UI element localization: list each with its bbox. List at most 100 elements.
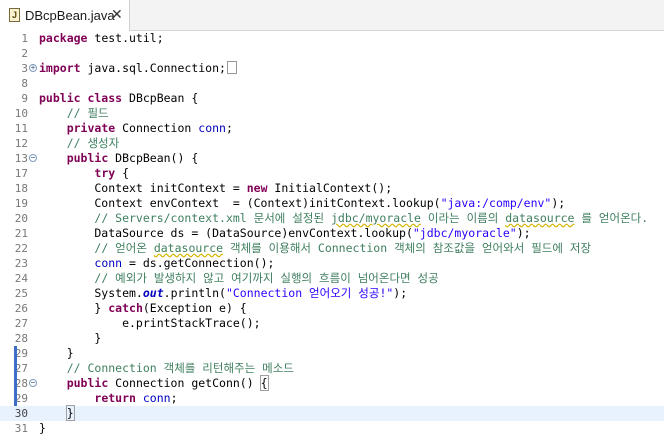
code-line[interactable]: 21 DataSource ds = (DataSource)envContex… (0, 226, 664, 241)
text-caret (73, 406, 75, 419)
code-token: java.sql.Connection; (80, 61, 226, 75)
code-token: "Connection 얻어오기 성공!" (225, 286, 394, 300)
code-text: import java.sql.Connection; (39, 61, 237, 76)
line-number: 11 (14, 122, 28, 135)
code-line[interactable]: 31} (0, 421, 664, 436)
collapse-fold-icon[interactable]: − (29, 379, 37, 387)
line-number: 1 (21, 32, 28, 45)
tab-title: DBcpBean.java (25, 8, 115, 23)
code-line[interactable]: 29 return conn; (0, 391, 664, 406)
code-line[interactable]: 1 package test.util; (0, 31, 664, 46)
expand-fold-icon[interactable]: + (29, 64, 37, 72)
code-token: Connection getConn() (108, 376, 261, 390)
code-line[interactable]: 11 private Connection conn; (0, 121, 664, 136)
code-token: // 예외가 발생하지 않고 여기까지 실행의 흐름이 넘어온다면 성공 (94, 271, 439, 285)
code-token: ; (170, 391, 178, 405)
code-line[interactable]: 25 System.out.println("Connection 얻어오기 성… (0, 286, 664, 301)
code-line[interactable]: 30 } (0, 405, 664, 421)
code-line[interactable]: 28− public Connection getConn() { (0, 375, 664, 391)
code-token: out (142, 286, 164, 300)
code-token: Context initContext = (39, 181, 247, 195)
line-number: 24 (14, 272, 28, 285)
code-text: DataSource ds = (DataSource)envContext.l… (39, 226, 530, 241)
line-number: 27 (14, 317, 28, 330)
code-text: // 필드 (39, 106, 109, 121)
code-token: // Servers/context.xml 문서에 설정된 (94, 211, 331, 225)
code-line[interactable]: 27 e.printStackTrace(); (0, 316, 664, 331)
code-line[interactable]: 17 try { (0, 166, 664, 181)
code-token: .println( (163, 286, 226, 300)
code-line[interactable]: 28 } (0, 331, 664, 346)
code-line[interactable]: 24 // 예외가 발생하지 않고 여기까지 실행의 흐름이 넘어온다면 성공 (0, 271, 664, 286)
tab-dbcpbean-java[interactable]: J DBcpBean.java ✕ (0, 0, 130, 31)
code-token: "java:/comp/env" (440, 196, 552, 210)
line-number: 3 (21, 62, 28, 75)
code-line[interactable]: 12 // 생성자 (0, 136, 664, 151)
line-number: 12 (14, 137, 28, 150)
code-token: { (259, 375, 269, 391)
code-token: 를 얻어온다. (574, 211, 649, 225)
code-token: catch (108, 301, 143, 315)
line-number: 23 (14, 257, 28, 270)
code-line[interactable]: 3 + import java.sql.Connection; (0, 61, 664, 76)
code-token: (Exception e) { (142, 301, 247, 315)
code-text: // 생성자 (39, 136, 120, 151)
code-line[interactable]: 8 (0, 76, 664, 91)
code-line[interactable]: 23 conn = ds.getConnection(); (0, 256, 664, 271)
code-line[interactable]: 27 // Connection 객체를 리턴해주는 메소드 (0, 361, 664, 376)
folded-import-icon (226, 61, 237, 74)
code-token: conn (142, 391, 171, 405)
code-token: } (39, 331, 102, 345)
line-number: 2 (21, 47, 28, 60)
editor-tab-bar: J DBcpBean.java ✕ (0, 0, 664, 31)
code-token: = ds.getConnection(); (122, 256, 275, 270)
code-token: conn (94, 256, 123, 270)
code-text: // 예외가 발생하지 않고 여기까지 실행의 흐름이 넘어온다면 성공 (39, 271, 439, 286)
code-line[interactable]: 10 // 필드 (0, 106, 664, 121)
code-text: // Servers/context.xml 문서에 설정된 jdbc/myor… (39, 211, 648, 226)
line-number: 25 (14, 287, 28, 300)
code-line[interactable]: 22 // 얻어온 datasource 객체를 이용해서 Connection… (0, 241, 664, 256)
code-token: ); (393, 286, 408, 300)
code-token: conn (198, 121, 226, 135)
code-line[interactable]: 13− public DBcpBean() { (0, 151, 664, 166)
code-token: jdbc/myoracle (330, 211, 421, 225)
line-number: 22 (14, 242, 28, 255)
code-editor[interactable]: 1 package test.util; 2 3 + import java.sql.Co… (0, 31, 664, 436)
line-number: 20 (14, 212, 28, 225)
code-token: System. (39, 286, 143, 300)
code-line[interactable]: 26 } catch(Exception e) { (0, 301, 664, 316)
code-line[interactable]: 20 // Servers/context.xml 문서에 설정된 jdbc/m… (0, 211, 664, 226)
close-icon[interactable]: ✕ (111, 6, 123, 23)
code-line[interactable]: 9 public class DBcpBean { (0, 91, 664, 106)
code-token: 객체를 이용해서 Connection 객체의 참조값을 얻어와서 필드에 저장 (223, 241, 592, 255)
code-token: // Connection 객체를 리턴해주는 메소드 (66, 361, 294, 375)
code-line[interactable]: 19 Context envContext = (Context)initCon… (0, 196, 664, 211)
code-token: ; (225, 121, 233, 135)
line-number: 13 (14, 152, 28, 165)
change-marker (14, 346, 17, 361)
code-line[interactable]: 29 } (0, 346, 664, 361)
code-token: private (66, 121, 116, 135)
code-token: } (39, 301, 109, 315)
code-line[interactable]: 2 (0, 46, 664, 61)
code-text: public class DBcpBean { (39, 91, 198, 106)
java-file-icon: J (9, 8, 20, 22)
code-line[interactable]: 18 Context initContext = new InitialCont… (0, 181, 664, 196)
change-marker (14, 361, 17, 376)
line-number: 18 (14, 182, 28, 195)
line-number: 17 (14, 167, 28, 180)
collapse-fold-icon[interactable]: − (29, 154, 37, 162)
code-text: System.out.println("Connection 얻어오기 성공!"… (39, 286, 407, 301)
line-number: 19 (14, 197, 28, 210)
